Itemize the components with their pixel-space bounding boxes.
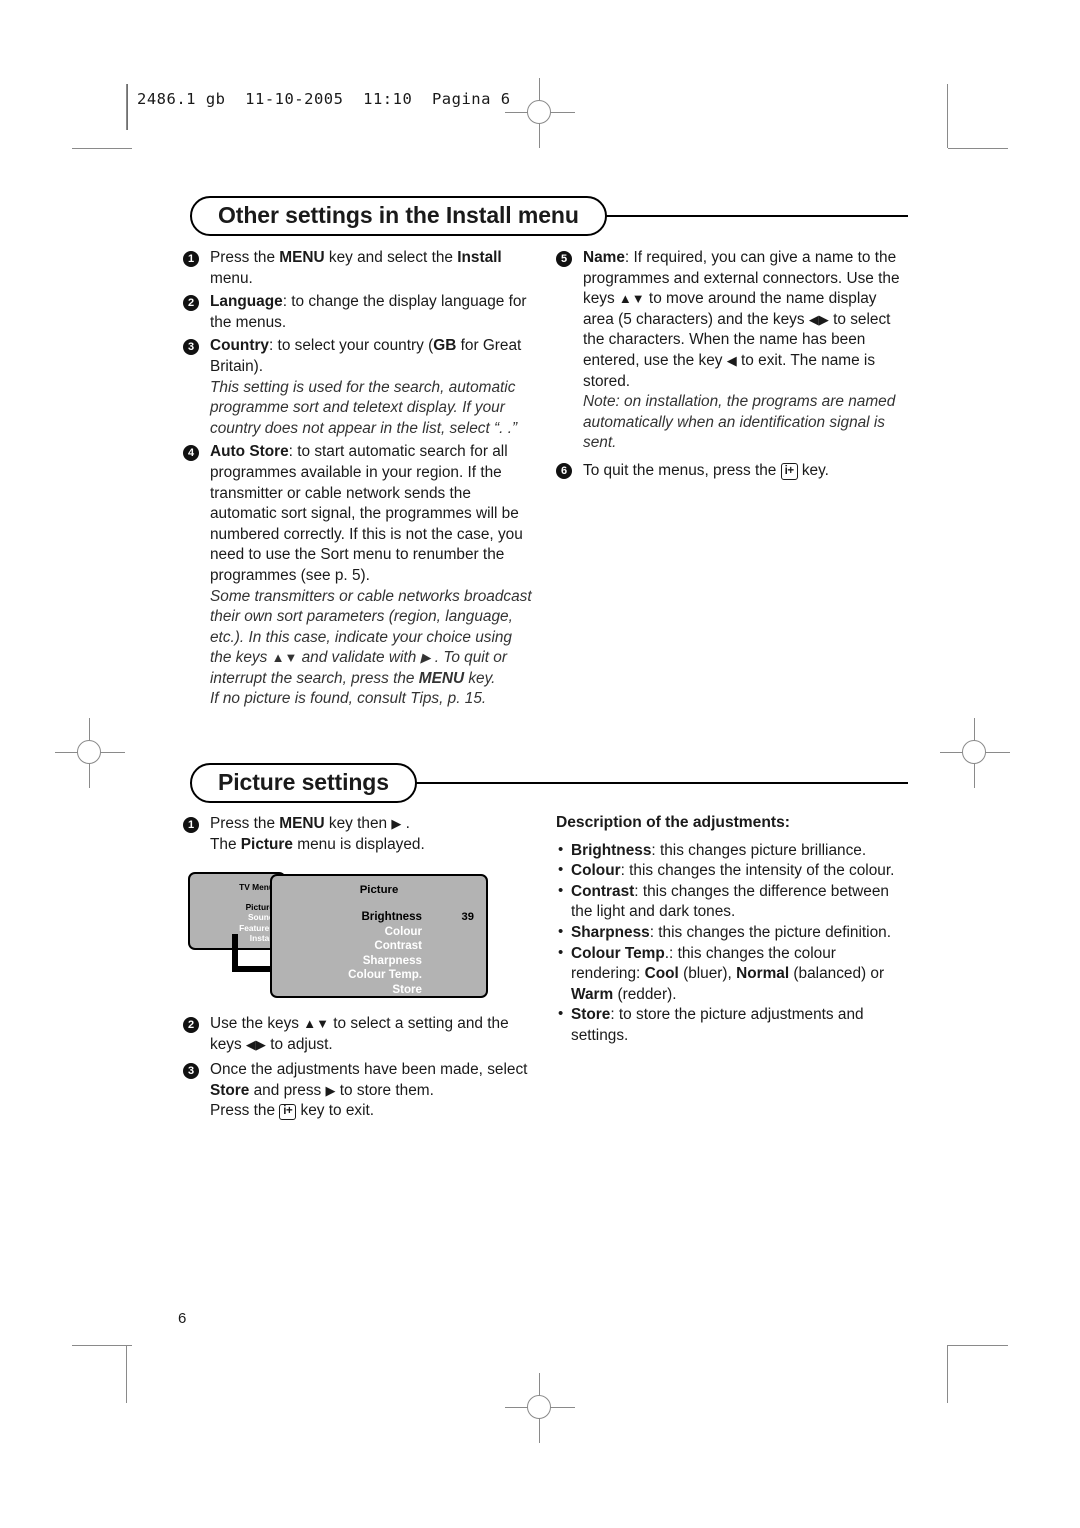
step-text: Once the adjustments have been made, sel… xyxy=(210,1061,528,1121)
list-item: Sharpness: this changes the picture defi… xyxy=(556,922,908,944)
page-number: 6 xyxy=(178,1310,187,1327)
picture-menu-rows: Brightness 39 Colour Contrast Sharpness … xyxy=(286,910,474,998)
registration-mark-top xyxy=(505,78,575,148)
adjustments-bullet-list: Brightness: this changes picture brillia… xyxy=(556,840,908,1047)
picture-row-contrast: Contrast xyxy=(286,939,474,954)
picture-row-label: Store xyxy=(392,982,422,996)
step-number: 1 xyxy=(183,816,199,833)
picture-row-colour-temp: Colour Temp. xyxy=(286,968,474,983)
page-canvas: 2486.1 gb 11-10-2005 11:10 Pagina 6 Othe… xyxy=(0,0,1080,1528)
step-text: Auto Store: to start automatic search fo… xyxy=(210,443,532,708)
picture-menu-panel: Picture Brightness 39 Colour Contrast Sh… xyxy=(270,874,488,998)
install-heading-label: Other settings in the Install menu xyxy=(190,196,607,237)
step-text: Use the keys ▲▼ to select a setting and … xyxy=(210,1015,509,1053)
list-item: 4 Auto Store: to start automatic search … xyxy=(183,442,535,710)
step-number: 4 xyxy=(183,444,199,461)
tv-menu-figure: TV Menu Picture Sound Features Install P… xyxy=(188,872,488,1002)
step-number: 3 xyxy=(183,338,199,355)
tv-menu-item-install: Install xyxy=(249,933,274,944)
list-item: Colour: this changes the intensity of th… xyxy=(556,860,908,882)
picture-section-heading: Picture settings xyxy=(190,763,908,804)
picture-row-colour: Colour xyxy=(286,925,474,940)
picture-row-store: Store xyxy=(286,983,474,998)
picture-row-label: Colour xyxy=(384,924,422,938)
picture-right-column: Description of the adjustments: Brightne… xyxy=(556,813,908,1047)
step-number: 2 xyxy=(183,294,199,311)
list-item: 3 Country: to select your country (GB fo… xyxy=(183,336,535,439)
picture-row-label: Contrast xyxy=(374,939,422,953)
install-right-column: 5 Name: If required, you can give a name… xyxy=(556,248,908,485)
crop-mark-bottom-right xyxy=(948,1345,1008,1346)
tv-menu-item-list: Picture Sound Features Install xyxy=(239,902,274,944)
list-item: 6 To quit the menus, press the i+ key. xyxy=(556,461,908,482)
tv-menu-item-sound: Sound xyxy=(247,912,274,923)
picture-left-column-top: 1 Press the MENU key then ▶ . The Picture… xyxy=(183,814,535,858)
list-item: 5 Name: If required, you can give a name… xyxy=(556,248,908,454)
picture-row-label: Brightness xyxy=(361,910,422,923)
picture-menu-title: Picture xyxy=(359,884,399,896)
list-item: Store: to store the picture adjustments … xyxy=(556,1004,908,1046)
picture-row-label: Sharpness xyxy=(362,953,422,967)
crop-mark-top-right xyxy=(948,148,1008,149)
picture-row-label: Colour Temp. xyxy=(348,968,422,982)
install-section-heading: Other settings in the Install menu xyxy=(190,196,908,237)
step-text: Name: If required, you can give a name t… xyxy=(583,249,900,452)
step-text: Press the MENU key then ▶ . The Picture m… xyxy=(210,815,425,853)
list-item: Colour Temp.: this changes the colour re… xyxy=(556,943,908,1006)
list-item: Contrast: this changes the difference be… xyxy=(556,881,908,923)
install-left-column: 1 Press the MENU key and select the Inst… xyxy=(183,248,535,713)
adjustments-description-title: Description of the adjustments: xyxy=(556,814,790,831)
step-number: 1 xyxy=(183,250,199,267)
step-number: 5 xyxy=(556,250,572,267)
crop-mark-top-left xyxy=(72,148,132,149)
crop-mark-bottom-left-v xyxy=(126,1345,127,1403)
slug-divider xyxy=(127,84,128,130)
registration-mark-right xyxy=(940,718,1010,788)
registration-mark-left xyxy=(55,718,125,788)
list-item: 1 Press the MENU key and select the Inst… xyxy=(183,248,535,289)
picture-row-sharpness: Sharpness xyxy=(286,954,474,969)
tv-menu-item-picture: Picture xyxy=(245,902,274,912)
list-item: 3 Once the adjustments have been made, s… xyxy=(183,1060,535,1122)
list-item: 2 Use the keys ▲▼ to select a setting an… xyxy=(183,1014,535,1055)
registration-mark-bottom xyxy=(505,1373,575,1443)
picture-heading-label: Picture settings xyxy=(190,763,417,804)
print-slug: 2486.1 gb 11-10-2005 11:10 Pagina 6 xyxy=(137,90,511,108)
step-text: Country: to select your country (GB for … xyxy=(210,337,522,437)
step-text: Press the MENU key and select the Instal… xyxy=(210,249,502,287)
list-item: Brightness: this changes picture brillia… xyxy=(556,840,908,862)
list-item: 1 Press the MENU key then ▶ . The Picture… xyxy=(183,814,535,855)
picture-left-column-bottom: 2 Use the keys ▲▼ to select a setting an… xyxy=(183,1014,535,1125)
tv-menu-header-label: TV Menu xyxy=(239,882,274,892)
picture-row-value: 39 xyxy=(461,911,474,923)
step-number: 3 xyxy=(183,1062,199,1079)
crop-mark-top-right-v xyxy=(947,84,948,148)
crop-mark-bottom-right-v xyxy=(947,1345,948,1403)
crop-mark-bottom-left xyxy=(72,1345,132,1346)
tv-menu-item-features: Features xyxy=(239,922,274,933)
step-text: Language: to change the display language… xyxy=(210,293,527,331)
step-number: 2 xyxy=(183,1016,199,1033)
list-item: 2 Language: to change the display langua… xyxy=(183,292,535,333)
picture-row-brightness: Brightness 39 xyxy=(286,910,474,925)
step-number: 6 xyxy=(556,463,572,480)
step-text: To quit the menus, press the i+ key. xyxy=(583,461,829,480)
